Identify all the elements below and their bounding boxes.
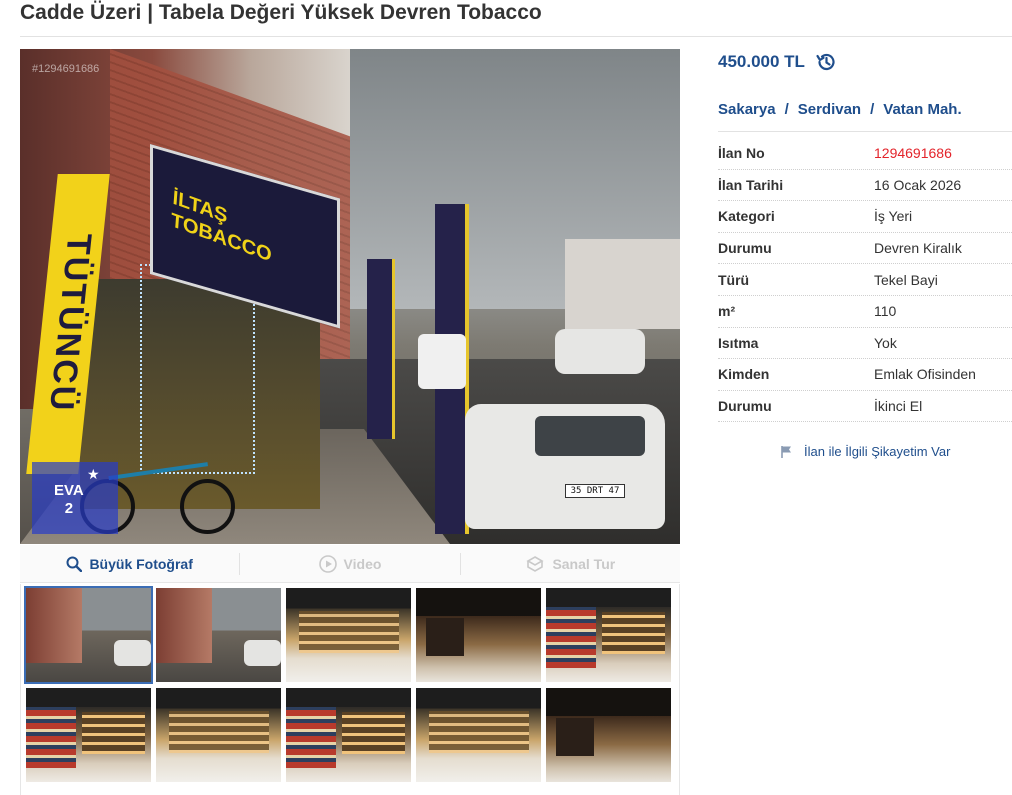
thumbnail-8[interactable] — [286, 688, 411, 782]
breadcrumb-city[interactable]: Sakarya — [718, 101, 776, 118]
detail-row: Isıtma Yok — [718, 328, 1012, 360]
ad-number: 1294691686 — [874, 145, 952, 162]
detail-row: İlan Tarihi 16 Ocak 2026 — [718, 170, 1012, 202]
report-listing-link[interactable]: İlan ile İlgili Şikayetim Var — [780, 444, 950, 459]
search-icon — [66, 556, 83, 572]
thumbnail-grid — [20, 584, 680, 795]
detail-row: Durumu İkinci El — [718, 391, 1012, 423]
price-history-icon[interactable] — [815, 51, 837, 73]
location-breadcrumb: Sakarya / Serdivan / Vatan Mah. — [718, 101, 962, 118]
thumbnail-2[interactable] — [156, 588, 281, 682]
price: 450.000 TL — [718, 50, 837, 74]
car-plate: 35 DRT 47 — [565, 484, 625, 498]
eva-badge: ★ EVA 2 — [32, 462, 118, 534]
thumbnail-5[interactable] — [546, 588, 671, 682]
listing-details: İlan No 1294691686 İlan Tarihi 16 Ocak 202… — [718, 138, 1012, 423]
detail-row: m² 110 — [718, 296, 1012, 328]
media-bar: Büyük Fotoğraf Video Sanal Tur — [20, 545, 680, 583]
detail-row: Türü Tekel Bayi — [718, 264, 1012, 296]
virtual-tour-button[interactable]: Sanal Tur — [461, 545, 680, 582]
title-divider — [20, 36, 1012, 37]
thumbnail-3[interactable] — [286, 588, 411, 682]
detail-row: Kimden Emlak Ofisinden — [718, 359, 1012, 391]
thumbnail-4[interactable] — [416, 588, 541, 682]
thumbnail-7[interactable] — [156, 688, 281, 782]
play-icon — [318, 554, 337, 573]
thumbnail-10[interactable] — [546, 688, 671, 782]
flag-icon — [781, 445, 791, 458]
main-photo[interactable]: İLTAŞ TOBACCO TÜTÜNCÜ 35 DRT 47 #1294691… — [20, 49, 680, 544]
detail-row: Kategori İş Yeri — [718, 201, 1012, 233]
thumbnail-6[interactable] — [26, 688, 151, 782]
thumbnail-9[interactable] — [416, 688, 541, 782]
video-button[interactable]: Video — [240, 545, 459, 582]
listing-title: Cadde Üzeri | Tabela Değeri Yüksek Devre… — [20, 1, 542, 24]
detail-row: İlan No 1294691686 — [718, 138, 1012, 170]
car: 35 DRT 47 — [465, 404, 665, 529]
breadcrumb-district[interactable]: Serdivan — [798, 101, 861, 118]
thumbnail-1[interactable] — [24, 586, 153, 684]
photo-watermark-id: #1294691686 — [32, 63, 100, 75]
detail-row: Durumu Devren Kiralık — [718, 233, 1012, 265]
breadcrumb-neighborhood[interactable]: Vatan Mah. — [883, 101, 961, 118]
big-photo-button[interactable]: Büyük Fotoğraf — [20, 545, 239, 582]
virtual-tour-icon — [526, 555, 545, 572]
price-value: 450.000 TL — [718, 52, 805, 71]
